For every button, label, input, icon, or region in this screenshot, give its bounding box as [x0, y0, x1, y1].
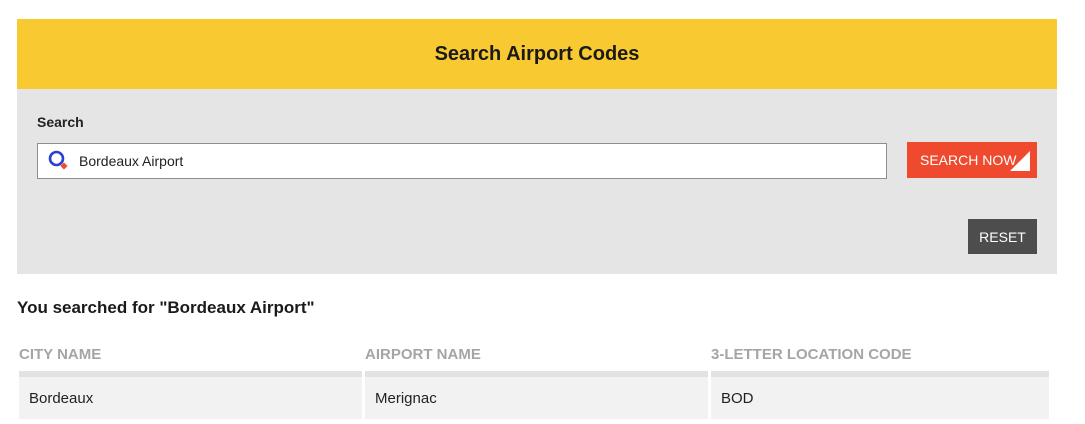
results-table: CITY NAME AIRPORT NAME 3-LETTER LOCATION… — [16, 340, 1052, 419]
search-panel: Search Airport Codes Search SEARCH NOW R… — [17, 19, 1057, 274]
cell-code: BOD — [711, 377, 1049, 419]
search-box[interactable] — [37, 143, 887, 179]
cell-airport: Merignac — [365, 377, 708, 419]
column-header-city: CITY NAME — [19, 340, 362, 377]
column-header-airport: AIRPORT NAME — [365, 340, 708, 377]
search-icon — [47, 149, 71, 173]
reset-button[interactable]: RESET — [968, 219, 1037, 254]
search-now-label: SEARCH NOW — [920, 152, 1017, 168]
results-heading: You searched for "Bordeaux Airport" — [17, 298, 315, 317]
panel-title: Search Airport Codes — [434, 42, 640, 65]
table-header-row: CITY NAME AIRPORT NAME 3-LETTER LOCATION… — [19, 340, 1049, 377]
search-input[interactable] — [79, 153, 859, 169]
cell-city: Bordeaux — [19, 377, 362, 419]
table-row: Bordeaux Merignac BOD — [19, 377, 1049, 419]
panel-body: Search SEARCH NOW RESET — [17, 89, 1057, 274]
search-label: Search — [37, 114, 84, 130]
column-header-code: 3-LETTER LOCATION CODE — [711, 340, 1049, 377]
panel-header: Search Airport Codes — [17, 19, 1057, 101]
search-now-button[interactable]: SEARCH NOW — [907, 142, 1037, 178]
corner-triangle-icon — [1010, 151, 1030, 171]
